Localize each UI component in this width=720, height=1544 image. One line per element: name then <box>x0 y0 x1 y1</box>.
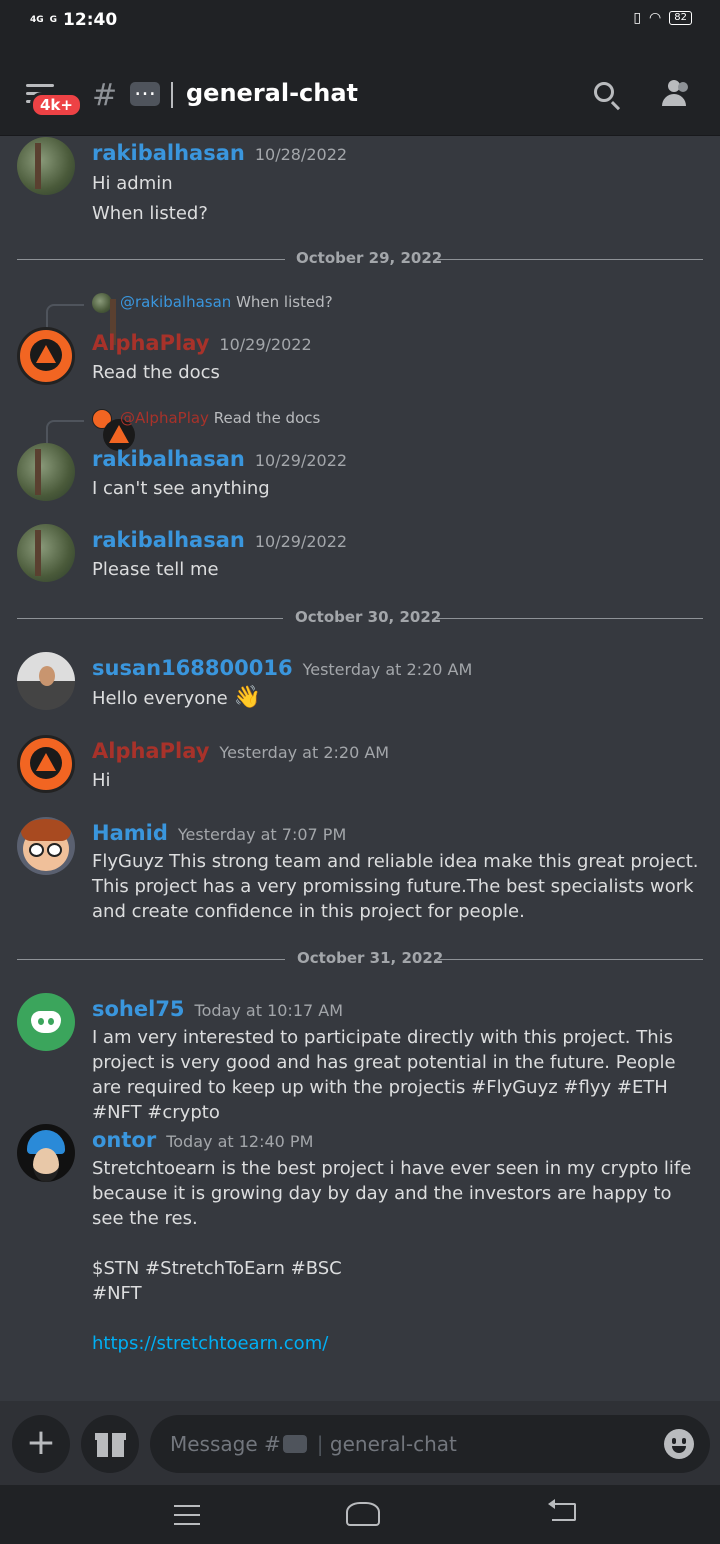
avatar[interactable] <box>17 735 75 793</box>
speech-bubble-icon <box>130 76 160 106</box>
message-text: Stretchtoearn is the best project i have… <box>92 1158 692 1304</box>
system-nav-bar <box>0 1485 720 1544</box>
avatar[interactable] <box>17 993 75 1051</box>
message-time: Today at 12:40 PM <box>166 1132 314 1151</box>
message-time: Yesterday at 2:20 AM <box>219 743 390 762</box>
message-list[interactable]: rakibalhasan 10/28/2022 Hi admin When lis… <box>0 137 720 1401</box>
message-time: 10/29/2022 <box>254 532 348 551</box>
recent-apps-icon[interactable] <box>174 1505 200 1532</box>
message-author[interactable]: susan168800016 Yesterday at 2:20 AM <box>92 656 472 680</box>
channel-header: 4k+ # general-chat <box>0 44 720 136</box>
avatar[interactable] <box>17 817 75 875</box>
status-bar: 4G G 12:40 ▯ ◠ 82 <box>0 0 720 44</box>
message-author[interactable]: Hamid Yesterday at 7:07 PM <box>92 821 346 845</box>
avatar[interactable] <box>17 524 75 582</box>
reply-text: Read the docs <box>213 409 321 427</box>
message-time: Today at 10:17 AM <box>194 1001 344 1020</box>
status-left: 4G G 12:40 <box>30 10 117 30</box>
message-author[interactable]: rakibalhasan 10/29/2022 <box>92 528 347 552</box>
avatar[interactable] <box>17 1124 75 1182</box>
avatar[interactable] <box>17 137 75 195</box>
message-time: 10/29/2022 <box>219 335 312 354</box>
message-link[interactable]: https://stretchtoearn.com/ <box>92 1331 704 1356</box>
network-indicator-2: G <box>49 15 58 25</box>
channel-title[interactable]: general-chat <box>186 79 358 107</box>
message-text: I am very interested to participate dire… <box>92 1027 676 1123</box>
reply-author[interactable]: @AlphaPlay <box>120 409 209 427</box>
message-text: Read the docs <box>92 362 220 383</box>
gift-button[interactable] <box>81 1415 139 1473</box>
emoji-icon[interactable] <box>664 1429 694 1459</box>
message-text: FlyGuyz This strong team and reliable id… <box>92 851 699 922</box>
message-time: 10/29/2022 <box>254 451 348 470</box>
add-attachment-button[interactable]: + <box>12 1415 70 1473</box>
hash-icon: # <box>92 78 118 113</box>
date-divider: October 30, 2022 <box>17 608 703 626</box>
waving-hand-emoji: 👋 <box>233 685 261 710</box>
message-text: Hello everyone 👋 <box>92 685 261 710</box>
title-separator <box>171 82 173 108</box>
message-author[interactable]: rakibalhasan 10/28/2022 <box>92 141 347 165</box>
message-text: Hi <box>92 770 111 791</box>
wifi-icon: ◠ <box>649 10 662 26</box>
members-icon[interactable] <box>662 80 692 106</box>
message-author[interactable]: AlphaPlay Yesterday at 2:20 AM <box>92 739 389 763</box>
reply-text: When listed? <box>236 293 333 311</box>
message-composer: + Message # | general-chat <box>0 1401 720 1485</box>
message-author[interactable]: AlphaPlay 10/29/2022 <box>92 331 312 355</box>
avatar[interactable] <box>17 652 75 710</box>
message-text: I can't see anything <box>92 478 270 499</box>
date-divider: October 29, 2022 <box>17 249 703 267</box>
message-time: Yesterday at 7:07 PM <box>177 825 347 844</box>
date-divider: October 31, 2022 <box>17 949 703 967</box>
message-text: Hi admin When listed? <box>92 173 208 224</box>
network-indicator-1: 4G <box>30 15 44 25</box>
avatar[interactable] <box>17 443 75 501</box>
message-time: Yesterday at 2:20 AM <box>302 660 473 679</box>
home-icon[interactable] <box>344 1502 380 1526</box>
message-author[interactable]: ontor Today at 12:40 PM <box>92 1128 313 1152</box>
message-placeholder: Message # | general-chat <box>170 1432 457 1456</box>
back-icon[interactable] <box>548 1499 576 1521</box>
message-text: Please tell me <box>92 559 219 580</box>
message-author[interactable]: rakibalhasan 10/29/2022 <box>92 447 347 471</box>
clock: 12:40 <box>63 10 118 30</box>
battery-indicator: 82 <box>669 11 692 25</box>
speech-bubble-icon <box>282 1435 307 1453</box>
status-right: ▯ ◠ 82 <box>633 10 692 26</box>
message-input[interactable]: Message # | general-chat <box>150 1415 710 1473</box>
avatar[interactable] <box>17 327 75 385</box>
message-time: 10/28/2022 <box>254 145 348 164</box>
unread-badge[interactable]: 4k+ <box>30 92 83 118</box>
reply-author[interactable]: @rakibalhasan <box>120 293 231 311</box>
message-author[interactable]: sohel75 Today at 10:17 AM <box>92 997 343 1021</box>
vibrate-icon: ▯ <box>633 10 642 26</box>
reply-avatar <box>92 409 135 451</box>
search-icon[interactable] <box>594 82 614 102</box>
reply-avatar <box>92 293 116 345</box>
